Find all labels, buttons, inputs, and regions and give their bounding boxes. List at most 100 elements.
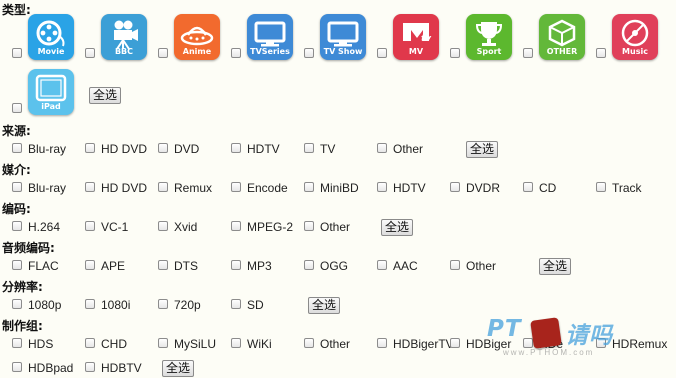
type-tile-tablet-icon[interactable]: iPad (28, 69, 74, 115)
medium-checkbox-7[interactable] (523, 182, 533, 192)
medium-option-label-7: CD (539, 181, 557, 195)
audio-checkbox-3[interactable] (231, 260, 241, 270)
type-tile-mtv-icon[interactable]: tv MV (393, 14, 439, 60)
source-checkbox-5[interactable] (377, 143, 387, 153)
medium-checkbox-3[interactable] (231, 182, 241, 192)
group-checkbox-10[interactable] (85, 362, 95, 372)
type-checkbox-1[interactable] (85, 48, 95, 58)
source-checkbox-0[interactable] (12, 143, 22, 153)
type-select-all-button[interactable]: 全选 (89, 87, 122, 104)
resolution-checkbox-1[interactable] (85, 299, 95, 309)
audio-checkbox-2[interactable] (158, 260, 168, 270)
group-checkbox-3[interactable] (231, 338, 241, 348)
codec-checkbox-3[interactable] (231, 221, 241, 231)
codec-select-all-button[interactable]: 全选 (381, 219, 414, 236)
group-option-label-9: HDBpad (28, 361, 74, 375)
audio-heading: 音频编码: (2, 241, 55, 255)
type-checkbox-4[interactable] (304, 48, 314, 58)
type-tile-trophy-icon[interactable]: Sport (466, 14, 512, 60)
group-checkbox-6[interactable] (450, 338, 460, 348)
source-select-all-button[interactable]: 全选 (466, 141, 499, 158)
codec-checkbox-2[interactable] (158, 221, 168, 231)
type-tile-caption: TV Show (323, 47, 363, 56)
type-checkbox-5[interactable] (377, 48, 387, 58)
resolution-checkbox-3[interactable] (231, 299, 241, 309)
type-tile-film-reel-icon[interactable]: Movie (28, 14, 74, 60)
type-heading: 类型: (2, 3, 31, 17)
source-checkbox-3[interactable] (231, 143, 241, 153)
audio-option-label-1: APE (101, 259, 126, 273)
resolution-checkbox-2[interactable] (158, 299, 168, 309)
group-option-label-3: WiKi (247, 337, 272, 351)
source-checkbox-4[interactable] (304, 143, 314, 153)
audio-checkbox-1[interactable] (85, 260, 95, 270)
group-option-label-5: HDBigerTV (393, 337, 454, 351)
codec-checkbox-0[interactable] (12, 221, 22, 231)
audio-checkbox-6[interactable] (450, 260, 460, 270)
audio-select-all-button[interactable]: 全选 (539, 258, 572, 275)
type-tile-tv-icon[interactable]: TV Show (320, 14, 366, 60)
resolution-checkbox-0[interactable] (12, 299, 22, 309)
type-checkbox-6[interactable] (450, 48, 460, 58)
type-tile-caption: BBC (114, 47, 134, 56)
group-checkbox-1[interactable] (85, 338, 95, 348)
type-checkbox-2[interactable] (158, 48, 168, 58)
resolution-select-all-button[interactable]: 全选 (308, 297, 341, 314)
medium-checkbox-1[interactable] (85, 182, 95, 192)
group-option-label-4: Other (320, 337, 351, 351)
type-checkbox-9[interactable] (12, 103, 22, 113)
group-checkbox-9[interactable] (12, 362, 22, 372)
group-option-label-1: CHD (101, 337, 127, 351)
group-checkbox-5[interactable] (377, 338, 387, 348)
type-tile-disc-icon[interactable]: Music (612, 14, 658, 60)
type-tile-box-icon[interactable]: OTHER (539, 14, 585, 60)
medium-checkbox-2[interactable] (158, 182, 168, 192)
group-checkbox-2[interactable] (158, 338, 168, 348)
watermark-text-2: 请吗 (565, 323, 613, 349)
resolution-option-label-2: 720p (174, 298, 201, 312)
codec-checkbox-1[interactable] (85, 221, 95, 231)
audio-checkbox-0[interactable] (12, 260, 22, 270)
audio-option-label-3: MP3 (247, 259, 272, 273)
type-tile-caption: Music (622, 47, 648, 56)
type-checkbox-8[interactable] (596, 48, 606, 58)
medium-option-label-0: Blu-ray (28, 181, 67, 195)
medium-option-label-6: DVDR (466, 181, 501, 195)
type-tile-tv-icon[interactable]: TVSeries (247, 14, 293, 60)
medium-checkbox-5[interactable] (377, 182, 387, 192)
type-tile-caption: OTHER (546, 47, 578, 56)
audio-checkbox-5[interactable] (377, 260, 387, 270)
type-tile-caption: iPad (41, 102, 61, 111)
medium-checkbox-6[interactable] (450, 182, 460, 192)
codec-option-label-3: MPEG-2 (247, 220, 294, 234)
audio-option-label-4: OGG (320, 259, 349, 273)
group-option-label-10: HDBTV (101, 361, 142, 375)
type-checkbox-0[interactable] (12, 48, 22, 58)
source-checkbox-2[interactable] (158, 143, 168, 153)
type-tile-ufo-icon[interactable]: Anime (174, 14, 220, 60)
medium-checkbox-8[interactable] (596, 182, 606, 192)
codec-checkbox-4[interactable] (304, 221, 314, 231)
type-tile-movie-camera-icon[interactable]: BBC (101, 14, 147, 60)
type-tile-caption: Anime (182, 47, 212, 56)
type-checkbox-7[interactable] (523, 48, 533, 58)
codec-option-label-0: H.264 (28, 220, 61, 234)
type-checkbox-3[interactable] (231, 48, 241, 58)
group-checkbox-4[interactable] (304, 338, 314, 348)
source-option-label-0: Blu-ray (28, 142, 67, 156)
source-option-label-3: HDTV (247, 142, 280, 156)
medium-option-label-2: Remux (174, 181, 213, 195)
codec-option-label-4: Other (320, 220, 351, 234)
group-select-all-button[interactable]: 全选 (162, 360, 195, 377)
group-checkbox-0[interactable] (12, 338, 22, 348)
source-checkbox-1[interactable] (85, 143, 95, 153)
medium-option-label-1: HD DVD (101, 181, 148, 195)
audio-checkbox-4[interactable] (304, 260, 314, 270)
medium-checkbox-0[interactable] (12, 182, 22, 192)
group-heading: 制作组: (2, 319, 43, 333)
codec-option-label-1: VC-1 (101, 220, 129, 234)
watermark-seal-icon (530, 317, 562, 349)
medium-checkbox-4[interactable] (304, 182, 314, 192)
audio-option-label-2: DTS (174, 259, 198, 273)
watermark-text: PT (487, 316, 522, 342)
